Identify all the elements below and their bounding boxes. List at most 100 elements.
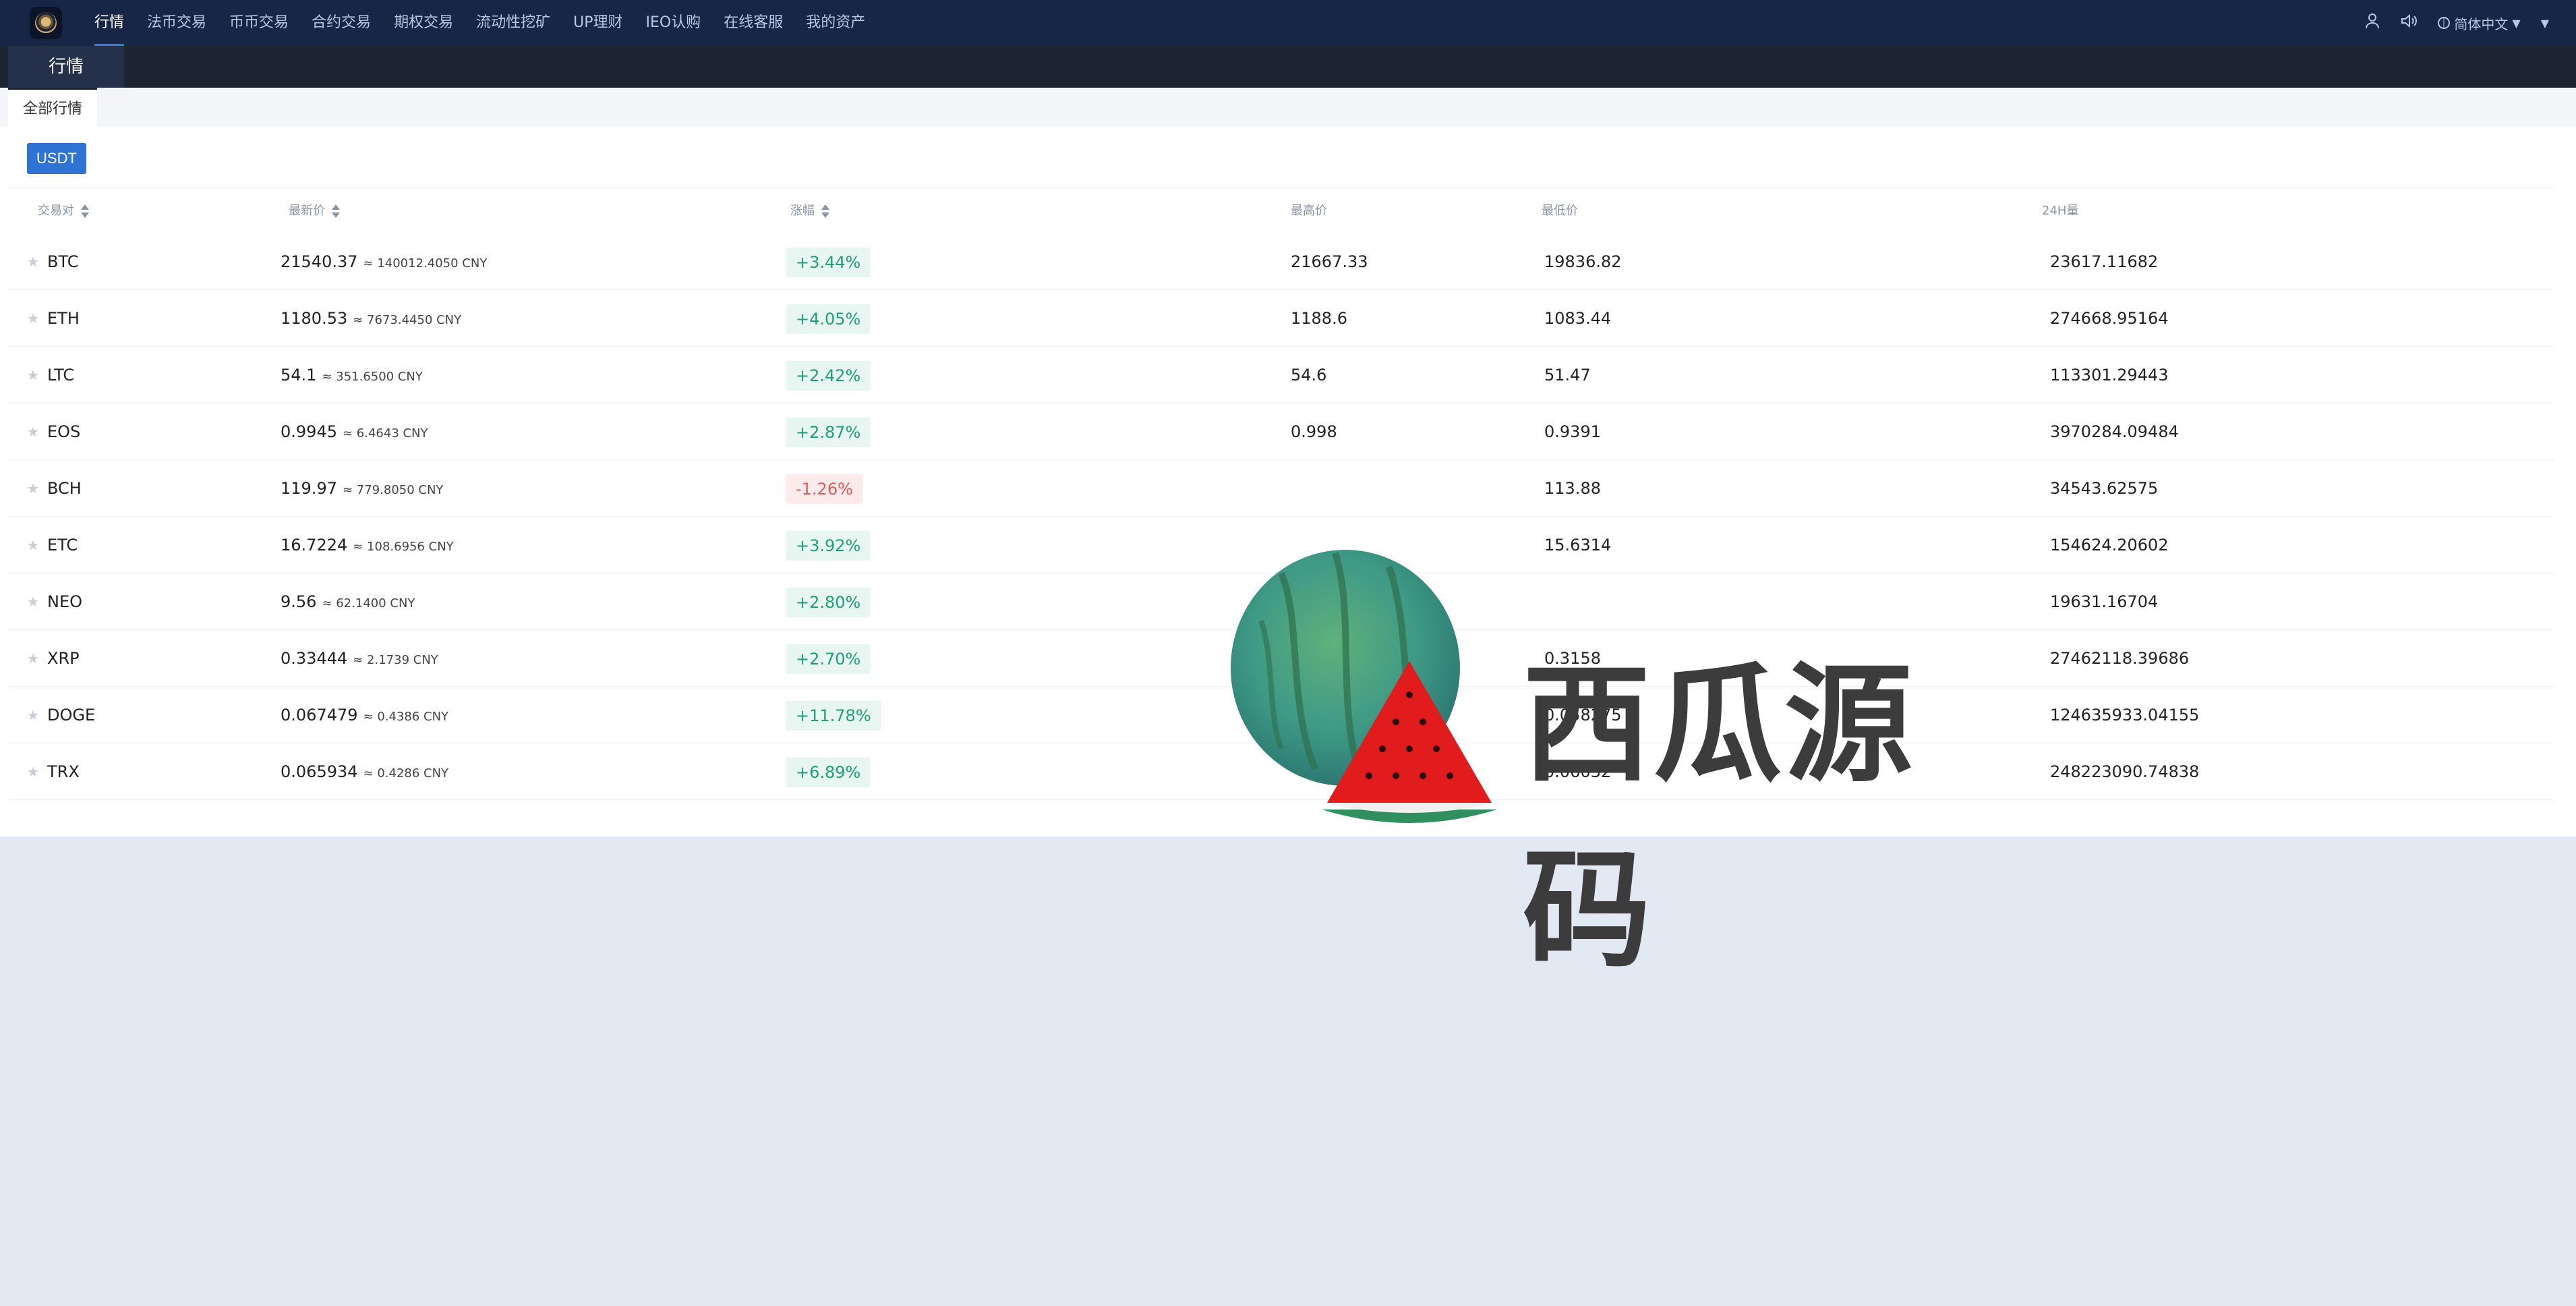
high-price: 1188.6: [1291, 309, 1347, 328]
low-price: 113.88: [1544, 479, 1601, 498]
favorite-star-icon[interactable]: ★: [27, 687, 39, 743]
nav-item[interactable]: 法币交易: [147, 0, 206, 46]
table-row[interactable]: ★ EOS 0.9945 ≈ 6.4643 CNY +2.87% 0.998 0.…: [8, 403, 2554, 460]
nav-item[interactable]: 行情: [94, 0, 125, 46]
watermark: 西瓜源码: [1200, 526, 2010, 985]
pair-name: ETH: [47, 309, 80, 328]
volume-24h: 124635933.04155: [2050, 706, 2200, 725]
menu-chevron-down-icon[interactable]: ▼: [2541, 17, 2549, 30]
sort-icon: [332, 204, 340, 219]
change-badge: +2.87%: [786, 418, 871, 447]
last-price: 119.97 ≈ 779.8050 CNY: [281, 479, 444, 498]
cny-price: ≈ 0.4386 CNY: [363, 710, 449, 724]
volume-24h: 113301.29443: [2050, 366, 2169, 385]
table-row[interactable]: ★ BCH 119.97 ≈ 779.8050 CNY -1.26% 113.88…: [8, 460, 2554, 517]
nav-item[interactable]: 在线客服: [724, 0, 783, 46]
chevron-down-icon: ▼: [2512, 16, 2521, 30]
favorite-star-icon[interactable]: ★: [27, 460, 39, 517]
volume-24h: 27462118.39686: [2050, 649, 2190, 668]
header-pair[interactable]: 交易对: [38, 188, 89, 234]
header-change[interactable]: 涨幅: [790, 188, 829, 234]
change-cell: +2.80%: [786, 573, 871, 630]
language-selector[interactable]: 简体中文 ▼: [2438, 13, 2521, 33]
low-price: 0.9391: [1544, 422, 1601, 441]
cny-price: ≈ 779.8050 CNY: [342, 483, 444, 497]
table-row[interactable]: ★ ETH 1180.53 ≈ 7673.4450 CNY +4.05% 1188…: [8, 290, 2554, 347]
volume-24h: 248223090.74838: [2050, 762, 2200, 781]
page-title: 行情: [8, 46, 125, 88]
change-cell: +6.89%: [786, 743, 871, 800]
market-tabs: 全部行情: [0, 88, 2576, 127]
header-high: 最高价: [1291, 204, 1327, 218]
change-cell: +2.87%: [786, 403, 871, 460]
high-price: 54.6: [1291, 366, 1327, 385]
globe-icon: [2438, 17, 2451, 29]
change-badge: +6.89%: [786, 758, 871, 787]
change-badge: +3.92%: [786, 531, 871, 561]
language-label: 简体中文: [2454, 16, 2509, 32]
favorite-star-icon[interactable]: ★: [27, 347, 39, 403]
volume-24h: 34543.62575: [2050, 479, 2159, 498]
user-icon[interactable]: [2365, 13, 2380, 33]
pair-name: NEO: [47, 592, 83, 611]
table-row[interactable]: ★ LTC 54.1 ≈ 351.6500 CNY +2.42% 54.6 51.…: [8, 347, 2554, 403]
change-cell: +3.92%: [786, 517, 871, 573]
sort-icon: [81, 204, 89, 219]
last-price: 0.9945 ≈ 6.4643 CNY: [281, 422, 428, 441]
volume-24h: 23617.11682: [2050, 252, 2159, 271]
favorite-star-icon[interactable]: ★: [27, 517, 39, 573]
high-price: 0.998: [1291, 422, 1337, 441]
header-volume: 24H量: [2042, 204, 2079, 218]
favorite-star-icon[interactable]: ★: [27, 630, 39, 687]
volume-icon[interactable]: [2400, 13, 2418, 33]
header-last-price[interactable]: 最新价: [289, 188, 340, 234]
volume-24h: 274668.95164: [2050, 309, 2169, 328]
pair-name: TRX: [47, 762, 80, 781]
change-badge: +11.78%: [786, 701, 881, 731]
nav-item[interactable]: 我的资产: [806, 0, 865, 46]
change-cell: -1.26%: [786, 460, 862, 517]
nav-item[interactable]: 币币交易: [229, 0, 289, 46]
market-content: 全部行情 USDT 交易对 最新价 涨幅 最高价 最低价 24H量 ★ BTC …: [0, 88, 2576, 985]
favorite-star-icon[interactable]: ★: [27, 743, 39, 800]
favorite-star-icon[interactable]: ★: [27, 233, 39, 290]
cny-price: ≈ 6.4643 CNY: [342, 426, 428, 441]
volume-24h: 3970284.09484: [2050, 422, 2179, 441]
usdt-filter-button[interactable]: USDT: [27, 143, 86, 174]
change-badge: +2.42%: [786, 361, 871, 391]
last-price: 54.1 ≈ 351.6500 CNY: [281, 366, 423, 385]
low-price: 51.47: [1544, 366, 1591, 385]
favorite-star-icon[interactable]: ★: [27, 290, 39, 347]
high-price: 21667.33: [1291, 252, 1368, 271]
table-header: 交易对 最新价 涨幅 最高价 最低价 24H量: [8, 188, 2554, 233]
nav-item[interactable]: 流动性挖矿: [476, 0, 550, 46]
watermark-text: 西瓜源码: [1523, 650, 1916, 985]
logo-icon[interactable]: [30, 7, 62, 39]
change-cell: +2.42%: [786, 347, 871, 403]
change-badge: +4.05%: [786, 304, 871, 334]
cny-price: ≈ 0.4286 CNY: [363, 766, 449, 780]
pair-name: BCH: [47, 479, 82, 498]
cny-price: ≈ 62.1400 CNY: [322, 596, 415, 611]
last-price: 21540.37 ≈ 140012.4050 CNY: [281, 252, 488, 271]
change-cell: +3.44%: [786, 233, 871, 290]
tab-all-markets[interactable]: 全部行情: [8, 88, 98, 127]
last-price: 16.7224 ≈ 108.6956 CNY: [281, 536, 454, 555]
favorite-star-icon[interactable]: ★: [27, 573, 39, 630]
last-price: 0.067479 ≈ 0.4386 CNY: [281, 706, 449, 725]
table-row[interactable]: ★ BTC 21540.37 ≈ 140012.4050 CNY +3.44% 2…: [8, 233, 2554, 290]
cny-price: ≈ 351.6500 CNY: [322, 370, 423, 384]
pair-name: BTC: [47, 252, 79, 271]
change-cell: +11.78%: [786, 687, 881, 743]
cny-price: ≈ 2.1739 CNY: [353, 653, 438, 667]
nav-item[interactable]: UP理财: [573, 0, 622, 46]
last-price: 9.56 ≈ 62.1400 CNY: [281, 592, 415, 611]
top-right-controls: 简体中文 ▼ ▼: [2345, 0, 2549, 46]
nav-item[interactable]: 期权交易: [394, 0, 453, 46]
nav-item[interactable]: 合约交易: [312, 0, 371, 46]
favorite-star-icon[interactable]: ★: [27, 403, 39, 460]
nav-item[interactable]: IEO认购: [645, 0, 701, 46]
pair-name: EOS: [47, 422, 81, 441]
cny-price: ≈ 140012.4050 CNY: [363, 256, 488, 271]
volume-24h: 19631.16704: [2050, 592, 2159, 611]
